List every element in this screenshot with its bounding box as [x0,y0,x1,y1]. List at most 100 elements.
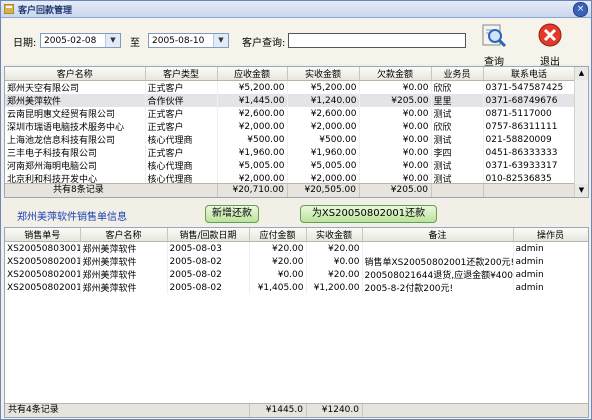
col-header[interactable]: 应付金额 [249,228,307,242]
sales-table: 销售单号 客户名称 销售/回款日期 应付金额 实收金额 备注 操作员 XS200… [5,228,588,294]
col-header[interactable]: 客户名称 [80,228,168,242]
table-row[interactable]: XS20050802001 郑州美萍软件 2005-08-02 ¥20.00 ¥0.00… [5,255,588,268]
total-receivable: ¥20,710.00 [217,184,287,197]
customer-count: 共有8条记录 [53,185,104,195]
salesperson-cell: 欣欣 [431,120,484,133]
customer-name-cell: 郑州天空有限公司 [5,80,146,94]
salesperson-cell: 测试 [431,107,484,120]
sales-count: 共有4条记录 [8,405,59,415]
received-cell: ¥5,200.00 [287,80,360,94]
owed-cell: ¥205.00 [359,94,432,107]
payable-cell: ¥20.00 [249,241,307,255]
title-bar: 客户回款管理 × [1,1,591,18]
col-header[interactable]: 备注 [362,228,514,242]
phone-cell: 0757-86311111 [483,120,576,133]
customer-name-cell: 上海池龙信息科技有限公司 [5,133,146,146]
from-date-picker[interactable]: 2005-02-08 ▼ [40,33,121,48]
payable-cell: ¥0.00 [249,268,307,281]
phone-cell: 0371-547587425 [483,80,576,94]
table-row[interactable]: 郑州美萍软件 合作伙伴 ¥1,445.00 ¥1,240.00 ¥205.00 里里 037… [5,94,576,107]
order-no-cell: XS20050803001 [5,241,81,255]
col-header[interactable]: 销售/回款日期 [167,228,250,242]
table-row[interactable]: 河南郑州海明电脑公司 核心代理商 ¥5,005.00 ¥5,005.00 ¥0.00 测试… [5,159,576,172]
table-row[interactable]: 郑州天空有限公司 正式客户 ¥5,200.00 ¥5,200.00 ¥0.00 欣欣 037… [5,80,576,94]
payable-cell: ¥20.00 [249,255,307,268]
table-row[interactable]: 云南昆明惠文经贸有限公司 正式客户 ¥2,600.00 ¥2,600.00 ¥0.00 测… [5,107,576,120]
customer-query-label: 客户查询: [242,38,286,49]
customer-name-cell: 深圳市瑞语电脑技术服务中心 [5,120,146,133]
col-header[interactable]: 销售单号 [5,228,81,242]
customer-type-cell: 正式客户 [145,146,218,159]
phone-cell: 021-58820009 [483,133,576,146]
received-cell: ¥500.00 [287,133,360,146]
app-icon [4,4,14,14]
query-button[interactable]: 查询 [476,22,512,68]
add-repayment-button[interactable]: 新增还款 [205,205,259,223]
customer-grid[interactable]: 客户名称 客户类型 应收金额 实收金额 欠款金额 业务员 联系电话 郑州天空有限… [4,66,589,198]
customer-header-row: 客户名称 客户类型 应收金额 实收金额 欠款金额 业务员 联系电话 [5,67,576,81]
phone-cell: 0371-68749676 [483,94,576,107]
chevron-down-icon[interactable]: ▼ [105,34,120,47]
col-header[interactable]: 应收金额 [217,67,288,81]
magnifier-icon [482,24,507,48]
sales-toolbar: 郑州美萍软件销售单信息 新增还款 为XS20050802001还款 [2,201,590,227]
customer-summary-bar: 共有8条记录 ¥20,710.00 ¥20,505.00 ¥205.00 [5,183,575,197]
received-cell: ¥1,960.00 [287,146,360,159]
owed-cell: ¥0.00 [359,146,432,159]
to-date-value: 2005-08-10 [152,36,205,46]
customer-name-cell: 郑州美萍软件 [80,268,168,281]
exit-button[interactable]: 退出 [532,22,568,68]
receivable-cell: ¥1,960.00 [217,146,288,159]
customer-type-cell: 核心代理商 [145,133,218,146]
sales-section-title: 郑州美萍软件销售单信息 [17,212,127,223]
payable-cell: ¥1,405.00 [249,281,307,294]
table-row[interactable]: XS20050802001 郑州美萍软件 2005-08-02 ¥1,405.00 ¥1… [5,281,588,294]
remark-cell: 2005-8-2付款200元! [362,281,514,294]
salesperson-cell: 里里 [431,94,484,107]
remark-cell: 销售单XS20050802001还款200元! [362,255,514,268]
date-cell: 2005-08-03 [167,241,250,255]
col-header[interactable]: 实收金额 [287,67,360,81]
footer-empty-cell [431,184,483,197]
search-toolbar: 日期: 2005-02-08 ▼ 至 2005-08-10 ▼ 客户查询: 查询 [2,18,590,68]
customer-type-cell: 核心代理商 [145,159,218,172]
total-owed: ¥205.00 [359,184,431,197]
received-cell: ¥0.00 [306,255,363,268]
owed-cell: ¥0.00 [359,133,432,146]
sales-header-row: 销售单号 客户名称 销售/回款日期 应付金额 实收金额 备注 操作员 [5,228,588,242]
col-header[interactable]: 联系电话 [483,67,576,81]
customer-name-cell: 郑州美萍软件 [80,255,168,268]
col-header[interactable]: 操作员 [513,228,588,242]
salesperson-cell: 测试 [431,159,484,172]
table-row[interactable]: 上海池龙信息科技有限公司 核心代理商 ¥500.00 ¥500.00 ¥0.00 测试 02… [5,133,576,146]
table-row[interactable]: XS20050803001 郑州美萍软件 2005-08-03 ¥20.00 ¥20.0… [5,241,588,255]
date-cell: 2005-08-02 [167,281,250,294]
table-row[interactable]: 三丰电子科技有限公司 正式客户 ¥1,960.00 ¥1,960.00 ¥0.00 李四 0… [5,146,576,159]
to-label: 至 [130,38,140,49]
col-header[interactable]: 客户类型 [145,67,218,81]
table-row[interactable]: XS20050802001 郑州美萍软件 2005-08-02 ¥0.00 ¥20.00… [5,268,588,281]
to-date-picker[interactable]: 2005-08-10 ▼ [148,33,229,48]
col-header[interactable]: 欠款金额 [359,67,432,81]
scroll-down-icon[interactable]: ▼ [575,184,588,197]
operator-cell: admin [513,255,588,268]
received-cell: ¥1,240.00 [287,94,360,107]
phone-cell: 0451-86333333 [483,146,576,159]
repay-order-button[interactable]: 为XS20050802001还款 [300,205,437,223]
salesperson-cell: 测试 [431,133,484,146]
received-cell: ¥20.00 [306,241,363,255]
sales-grid[interactable]: 销售单号 客户名称 销售/回款日期 应付金额 实收金额 备注 操作员 XS200… [4,227,589,418]
customer-scrollbar[interactable]: ▲ ▼ [574,67,588,197]
col-header[interactable]: 客户名称 [5,67,146,81]
customer-name-cell: 郑州美萍软件 [80,241,168,255]
scroll-up-icon[interactable]: ▲ [575,67,588,80]
chevron-down-icon[interactable]: ▼ [213,34,228,47]
customer-query-input[interactable] [288,33,466,48]
col-header[interactable]: 业务员 [431,67,484,81]
col-header[interactable]: 实收金额 [306,228,363,242]
table-row[interactable]: 深圳市瑞语电脑技术服务中心 正式客户 ¥2,000.00 ¥2,000.00 ¥0.00… [5,120,576,133]
customer-type-cell: 正式客户 [145,107,218,120]
phone-cell: 0871-5117000 [483,107,576,120]
window-close-button[interactable]: × [573,2,588,17]
footer-empty-cell [483,184,575,197]
